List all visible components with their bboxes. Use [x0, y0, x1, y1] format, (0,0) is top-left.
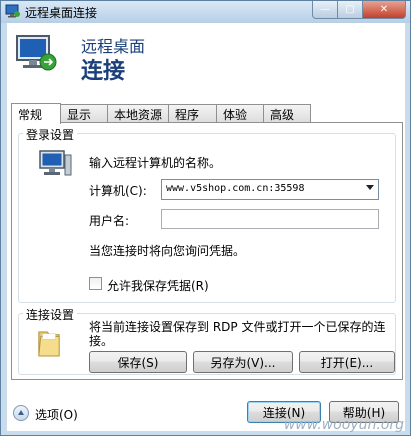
save-as-button[interactable]: 另存为(V)...	[193, 351, 293, 373]
header-title: 连接	[81, 59, 126, 84]
minimize-button[interactable]: —	[312, 1, 338, 19]
maximize-button[interactable]: □	[338, 1, 363, 19]
chevron-down-icon[interactable]	[366, 185, 374, 190]
close-button[interactable]: ✕	[363, 1, 406, 19]
computer-icon	[39, 150, 72, 176]
tab-general[interactable]: 常规	[11, 103, 61, 124]
connection-settings-title: 连接设置	[23, 306, 78, 323]
username-label: 用户名:	[89, 214, 130, 228]
tab-local-resources[interactable]: 本地资源	[107, 104, 169, 123]
watermark: www.wooyun.org	[283, 417, 404, 433]
computer-combobox[interactable]: www.v5shop.com.cn:35598	[161, 179, 379, 200]
login-settings-title: 登录设置	[23, 126, 78, 143]
login-settings-group: 登录设置 输入远程计算机的名称。 计算机(C): www.v5shop.com.…	[18, 126, 396, 303]
title-bar[interactable]: 远程桌面连接 — □ ✕	[1, 1, 410, 23]
save-button[interactable]: 保存(S)	[89, 351, 187, 373]
login-prompt: 输入远程计算机的名称。	[89, 156, 222, 170]
minimize-icon: —	[320, 4, 330, 15]
save-credentials-checkbox[interactable]	[89, 277, 102, 290]
close-icon: ✕	[379, 4, 389, 15]
computer-label: 计算机(C):	[89, 184, 147, 198]
open-button[interactable]: 打开(E)...	[299, 351, 395, 373]
tab-experience[interactable]: 体验	[216, 104, 264, 123]
remote-desktop-icon	[5, 4, 20, 18]
dialog-client: 远程桌面 连接 常规 显示 本地资源 程序 体验 高级 登录设置 输入远程计算机…	[7, 23, 405, 431]
computer-value: www.v5shop.com.cn:35598	[166, 183, 305, 194]
save-credentials-label[interactable]: 允许我保存凭据(R)	[107, 277, 209, 294]
options-label[interactable]: 选项(O)	[35, 406, 78, 423]
general-tab-panel: 登录设置 输入远程计算机的名称。 计算机(C): www.v5shop.com.…	[11, 122, 403, 380]
tab-advanced[interactable]: 高级	[263, 104, 311, 123]
username-field[interactable]	[161, 209, 379, 229]
connection-description: 将当前连接设置保存到 RDP 文件或打开一个已保存的连接。	[89, 320, 386, 348]
tab-display[interactable]: 显示	[60, 104, 108, 123]
window-title: 远程桌面连接	[25, 6, 98, 20]
folder-icon	[38, 331, 60, 357]
maximize-icon: □	[345, 4, 355, 15]
credentials-note: 当您连接时将向您询问凭据。	[89, 244, 246, 258]
rdp-window: 远程桌面连接 — □ ✕ 远程桌面 连接 常规 显示 本地资源 程序 体验 高级	[0, 0, 411, 436]
tab-programs[interactable]: 程序	[168, 104, 217, 123]
connection-settings-group: 连接设置 将当前连接设置保存到 RDP 文件或打开一个已保存的连接。 保存(S)…	[18, 306, 396, 375]
options-chevron-icon[interactable]	[13, 405, 29, 421]
tab-strip: 常规 显示 本地资源 程序 体验 高级	[11, 103, 311, 124]
remote-desktop-computer-icon	[16, 35, 57, 71]
